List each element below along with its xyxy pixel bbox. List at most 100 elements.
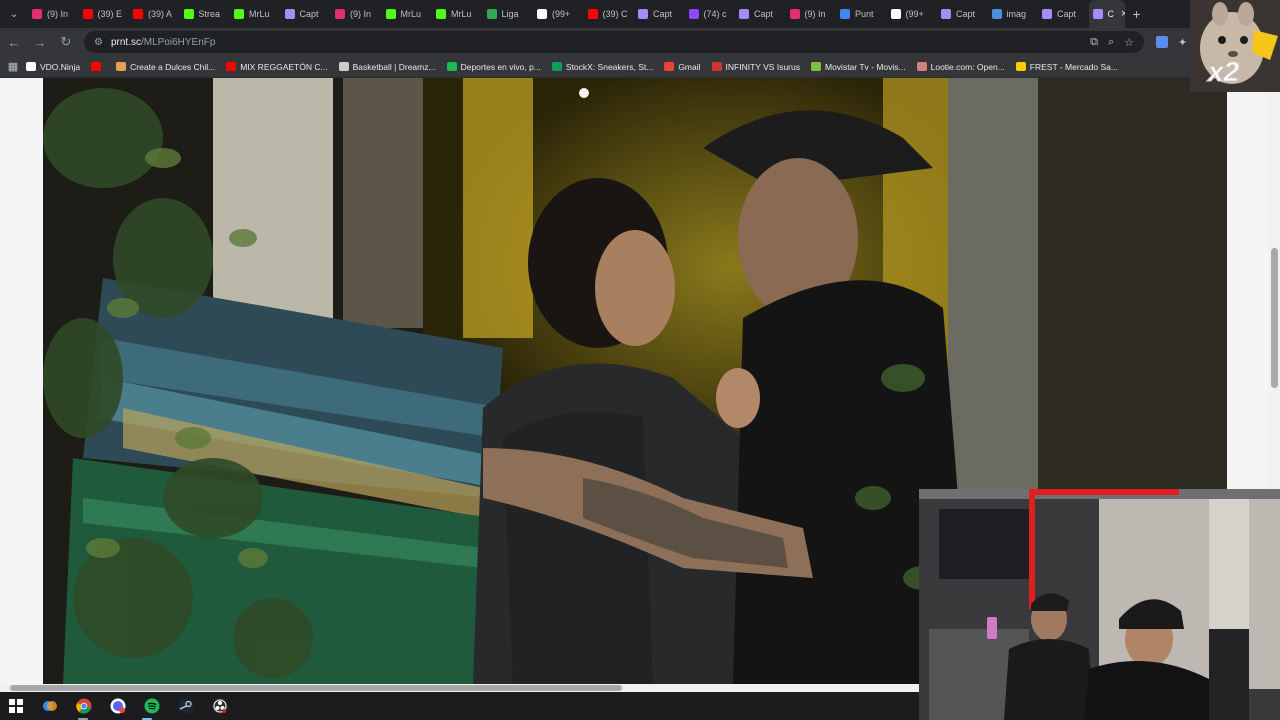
tab[interactable]: Punt <box>836 0 887 28</box>
horizontal-scrollbar[interactable] <box>0 684 920 692</box>
bookmark-label: Movistar Tv - Movis... <box>825 61 906 72</box>
tab-label: Capt <box>754 9 774 19</box>
tab-label: MrLu <box>400 9 422 19</box>
bookmark-item[interactable]: Basketball | Dreamz... <box>338 61 436 72</box>
tab[interactable]: (74) c <box>685 0 736 28</box>
tab-label: Capt <box>299 9 319 19</box>
tab[interactable]: (9) In <box>28 0 79 28</box>
tab[interactable]: Liga <box>483 0 534 28</box>
bookmark-item[interactable]: StockX: Sneakers, St... <box>551 61 654 72</box>
tab[interactable]: MrLu <box>382 0 433 28</box>
tab-label: (74) c <box>703 9 727 19</box>
bookmark-label: INFINITY VS Isurus <box>725 61 800 72</box>
bookmark-favicon-icon <box>26 62 36 71</box>
spotify-icon[interactable] <box>142 696 162 716</box>
back-icon[interactable]: ← <box>2 30 26 54</box>
tab-favicon-icon <box>32 9 42 19</box>
tab[interactable]: Capt <box>281 0 332 28</box>
site-info-icon[interactable]: ⚙ <box>94 37 103 48</box>
discord-icon[interactable] <box>108 696 128 716</box>
bookmark-label: VDO.Ninja <box>40 61 81 72</box>
tab[interactable]: Capt <box>937 0 988 28</box>
tab[interactable]: (9) In <box>786 0 837 28</box>
tab-label: (99+ <box>905 9 924 19</box>
copilot-icon[interactable] <box>40 696 60 716</box>
bookmark-label: Deportes en vivo, p... <box>460 61 541 72</box>
tab-favicon-icon <box>537 9 547 19</box>
tab[interactable]: (99+ <box>533 0 584 28</box>
tab-label: Capt <box>1057 9 1077 19</box>
vertical-scrollbar-thumb[interactable] <box>1271 248 1278 388</box>
bookmark-item[interactable]: INFINITY VS Isurus <box>711 61 800 72</box>
tab-label: (39) E <box>97 9 123 19</box>
tab[interactable]: MrLu <box>432 0 483 28</box>
bookmark-item[interactable]: Deportes en vivo, p... <box>446 61 541 72</box>
new-tab-button[interactable]: + <box>1125 0 1149 28</box>
tab-label: (39) C <box>602 9 628 19</box>
windows-start-icon[interactable] <box>6 696 26 716</box>
bookmark-label: StockX: Sneakers, St... <box>565 61 654 72</box>
reload-icon[interactable]: ↻ <box>54 30 78 54</box>
steam-icon[interactable] <box>176 696 196 716</box>
bookmark-item[interactable]: FREST - Mercado Sa... <box>1015 61 1118 72</box>
install-app-icon[interactable]: ⧉ <box>1090 36 1098 49</box>
tab[interactable]: Capt <box>735 0 786 28</box>
tab[interactable]: (39) C <box>584 0 635 28</box>
tab-favicon-icon <box>840 9 850 19</box>
tab[interactable]: (39) E <box>79 0 130 28</box>
tab[interactable]: (39) A <box>129 0 180 28</box>
tab-active[interactable]: C × <box>1088 0 1125 28</box>
tab[interactable]: (9) In <box>331 0 382 28</box>
bookmark-label: FREST - Mercado Sa... <box>1029 61 1118 72</box>
forward-icon[interactable]: → <box>28 30 52 54</box>
bookmark-favicon-icon <box>711 62 722 71</box>
tab[interactable]: MrLu <box>230 0 281 28</box>
tab-label: Liga <box>501 9 519 19</box>
tab-label: C <box>1107 9 1115 19</box>
sticker-label: x2 <box>1207 56 1240 88</box>
tab-favicon-icon <box>234 9 244 19</box>
bookmark-item[interactable]: Lootie.com: Open... <box>916 62 1005 72</box>
tab[interactable]: imag <box>988 0 1039 28</box>
bookmark-item[interactable]: Gmail <box>664 61 701 72</box>
tab-favicon-icon <box>688 9 699 19</box>
tab[interactable]: Capt <box>1038 0 1089 28</box>
bookmark-favicon-icon <box>338 62 349 71</box>
extension-icon[interactable] <box>1156 36 1168 48</box>
bookmark-favicon-icon <box>1015 62 1026 71</box>
tab-label: (9) In <box>350 9 372 19</box>
bookmark-label: MIX REGGAETÓN C... <box>240 61 328 72</box>
tab-label: (9) In <box>47 9 69 19</box>
bookmark-label: Gmail <box>678 61 701 72</box>
bookmark-item[interactable]: MIX REGGAETÓN C... <box>226 61 328 72</box>
tab[interactable]: (99+ <box>887 0 938 28</box>
chrome-icon[interactable] <box>74 696 94 716</box>
extensions-puzzle-icon[interactable]: ✦ <box>1178 36 1187 49</box>
bookmark-item[interactable]: Movistar Tv - Movis... <box>811 62 906 72</box>
obs-icon[interactable] <box>210 696 230 716</box>
bookmark-label: Basketball | Dreamz... <box>352 61 436 72</box>
tab[interactable]: Capt <box>634 0 685 28</box>
bookmark-favicon-icon <box>116 62 127 71</box>
bookmark-favicon-icon <box>664 62 675 71</box>
tab-favicon-icon <box>991 9 1002 19</box>
bookmark-favicon-icon <box>446 62 457 71</box>
tab-search-chevron-icon[interactable]: ⌄ <box>0 0 28 28</box>
tab-label: imag <box>1006 9 1027 19</box>
bookmark-item[interactable] <box>91 62 105 71</box>
tab-favicon-icon <box>739 9 749 19</box>
tab-label: (39) A <box>148 9 173 19</box>
horizontal-scrollbar-thumb[interactable] <box>10 685 622 691</box>
tab-favicon-icon <box>284 9 295 19</box>
url-host: prnt.sc <box>110 36 141 48</box>
tab-favicon-icon <box>638 9 648 19</box>
bookmark-star-icon[interactable]: ☆ <box>1124 36 1134 49</box>
zoom-icon[interactable]: ⌕ <box>1108 36 1114 49</box>
apps-grid-icon[interactable]: ▦ <box>0 60 26 73</box>
tab[interactable]: Strea <box>180 0 231 28</box>
address-bar[interactable]: ⚙ prnt.sc/MLPoi6HYEnFp ⧉ ⌕ ☆ <box>84 31 1144 53</box>
bookmark-item[interactable]: VDO.Ninja <box>26 62 80 72</box>
tab-label: Capt <box>653 9 673 19</box>
bookmark-item[interactable]: Create a Dulces Chil... <box>116 62 215 72</box>
bookmark-label: Create a Dulces Chil... <box>130 61 216 72</box>
